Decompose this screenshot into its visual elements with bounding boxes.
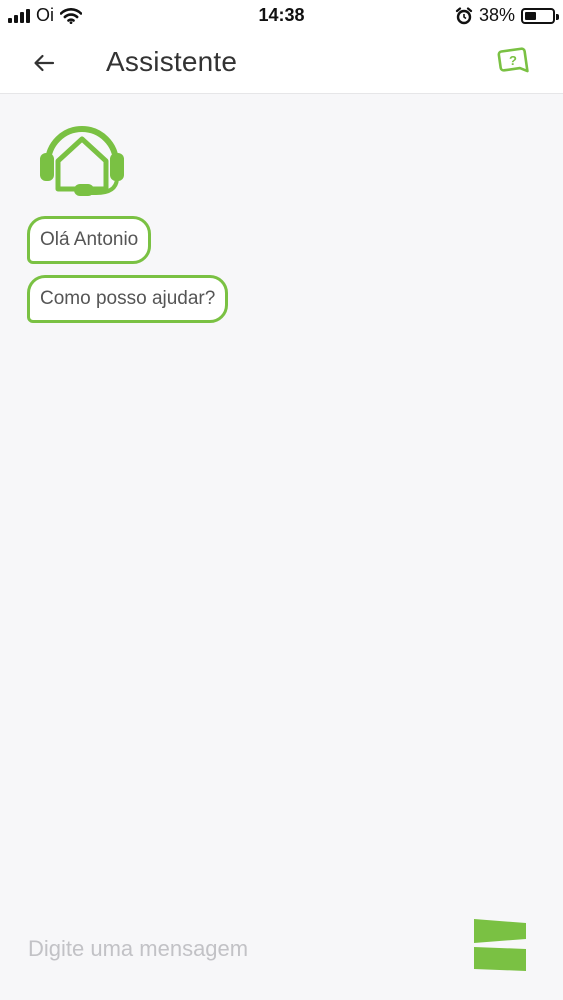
help-button[interactable]: ?	[497, 46, 529, 80]
alarm-icon	[455, 6, 473, 24]
back-button[interactable]	[26, 46, 62, 80]
help-chat-icon: ?	[497, 47, 529, 73]
message-input[interactable]	[28, 929, 428, 969]
battery-percent: 38%	[478, 5, 515, 25]
send-button[interactable]	[474, 917, 526, 971]
assistant-message: Olá Antonio	[27, 216, 152, 264]
page-title: Assistente	[106, 46, 238, 77]
assistant-avatar	[34, 113, 130, 201]
app-header: Assistente ?	[0, 32, 563, 94]
status-right: 38%	[455, 5, 559, 26]
chat-area: Olá Antonio Como posso ajudar?	[0, 95, 563, 915]
status-bar: Oi 14:38 38%	[0, 0, 563, 32]
arrow-left-icon	[34, 54, 55, 72]
send-icon	[474, 919, 526, 971]
battery-icon	[521, 7, 559, 24]
message-composer	[0, 905, 563, 1000]
svg-text:?: ?	[509, 53, 517, 68]
assistant-message: Como posso ajudar?	[27, 275, 229, 323]
support-house-headset-icon	[40, 126, 124, 196]
